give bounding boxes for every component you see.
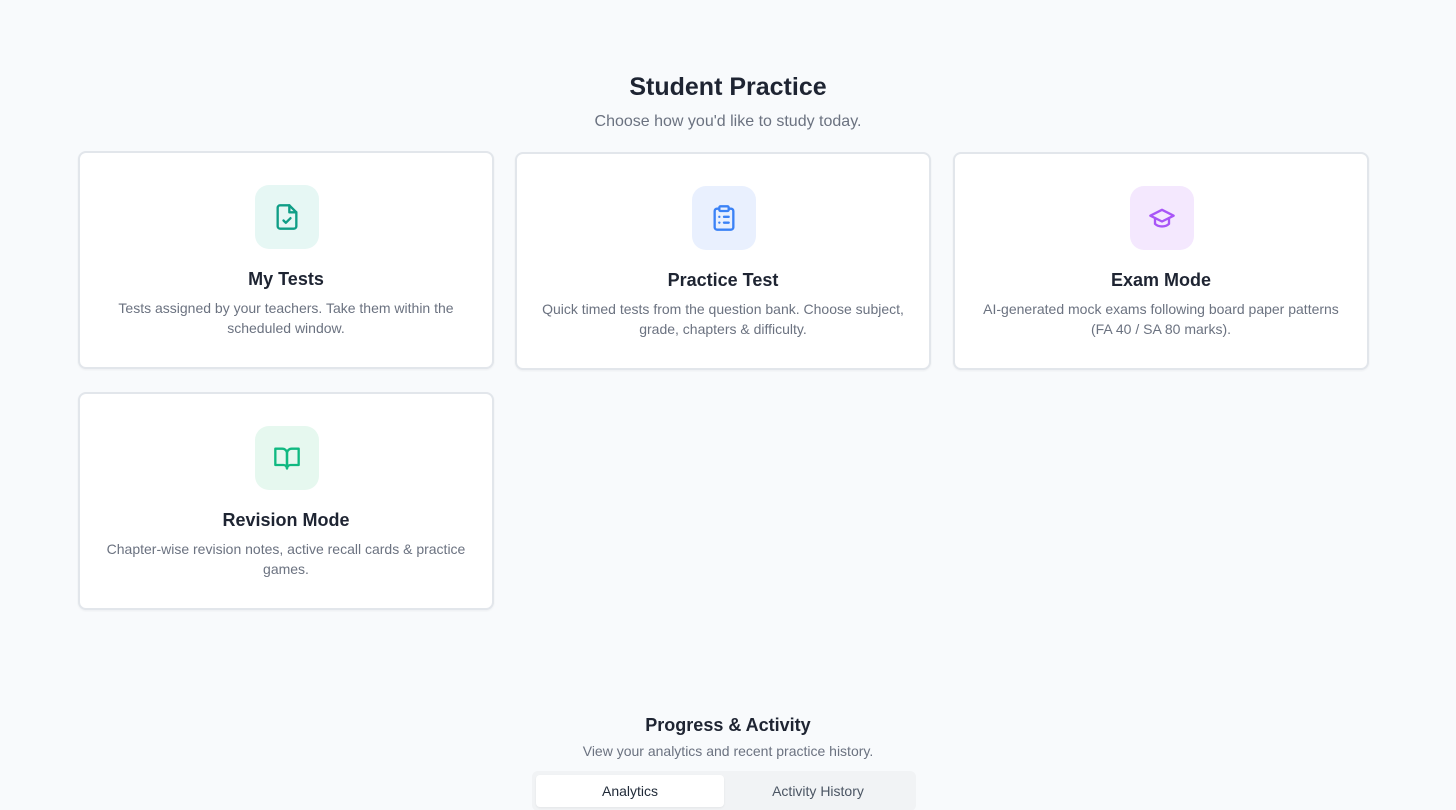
graduation-cap-icon [1130,186,1194,250]
clipboard-list-icon [692,186,756,250]
book-open-icon [255,426,319,490]
student-practice-page: Student Practice Choose how you'd like t… [0,0,1456,810]
file-check-icon [255,185,319,249]
practice-test-card[interactable]: Practice Test Quick timed tests from the… [515,152,931,370]
page-title: Student Practice [629,73,827,101]
card-title: Exam Mode [1110,270,1212,290]
tab-analytics[interactable]: Analytics [536,775,724,807]
page-subtitle: Choose how you'd like to study today. [594,113,862,130]
progress-section: Progress & Activity View your analytics … [0,714,1456,760]
card-description: Chapter-wise revision notes, active reca… [106,541,466,577]
page-header: Student Practice Choose how you'd like t… [0,72,1456,132]
card-description: Tests assigned by your teachers. Take th… [118,300,454,336]
my-tests-card[interactable]: My Tests Tests assigned by your teachers… [78,151,494,369]
exam-mode-card[interactable]: Exam Mode AI-generated mock exams follow… [953,152,1369,370]
card-title: Revision Mode [222,510,350,530]
progress-title: Progress & Activity [645,715,811,735]
card-title: My Tests [248,269,324,289]
card-title: Practice Test [667,270,779,290]
revision-mode-card[interactable]: Revision Mode Chapter-wise revision note… [78,392,494,610]
progress-tabs: Analytics Activity History [532,771,916,810]
tab-activity-history[interactable]: Activity History [724,775,912,807]
card-description: AI-generated mock exams following board … [983,301,1339,337]
progress-subtitle: View your analytics and recent practice … [582,743,874,759]
card-description: Quick timed tests from the question bank… [542,301,904,337]
